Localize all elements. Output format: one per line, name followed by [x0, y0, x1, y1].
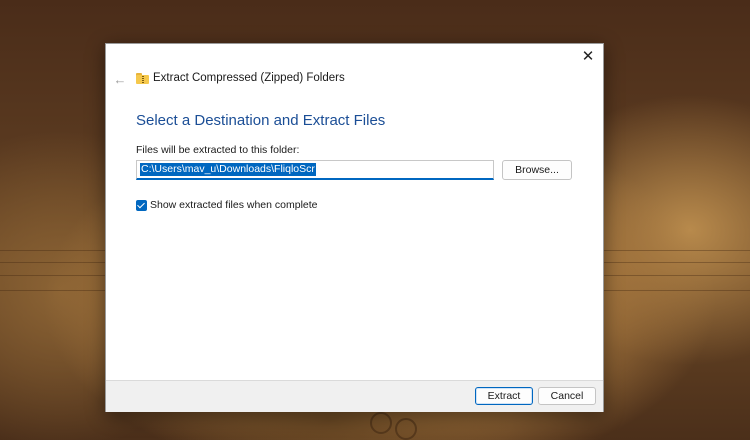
close-icon: ✕ [581, 48, 595, 65]
close-button[interactable]: ✕ [573, 44, 603, 68]
destination-label: Files will be extracted to this folder: [136, 144, 300, 156]
book-ornament [370, 412, 392, 434]
extract-button[interactable]: Extract [475, 387, 533, 405]
extract-wizard-dialog: ✕ ← Extract Compressed (Zipped) Folders … [105, 43, 604, 412]
wizard-title: Extract Compressed (Zipped) Folders [153, 72, 345, 84]
back-button[interactable]: ← [110, 70, 130, 88]
destination-path-input[interactable]: C:\Users\mav_u\Downloads\FliqloScr [136, 160, 494, 180]
show-files-checkbox-label[interactable]: Show extracted files when complete [150, 199, 318, 211]
zip-folder-icon [136, 73, 149, 84]
destination-path-value: C:\Users\mav_u\Downloads\FliqloScr [140, 163, 316, 176]
book-ornament [395, 418, 417, 440]
page-heading: Select a Destination and Extract Files [136, 112, 386, 129]
browse-button[interactable]: Browse... [502, 160, 572, 180]
back-arrow-icon: ← [113, 71, 127, 87]
cancel-button[interactable]: Cancel [538, 387, 596, 405]
show-files-checkbox[interactable] [136, 200, 147, 211]
